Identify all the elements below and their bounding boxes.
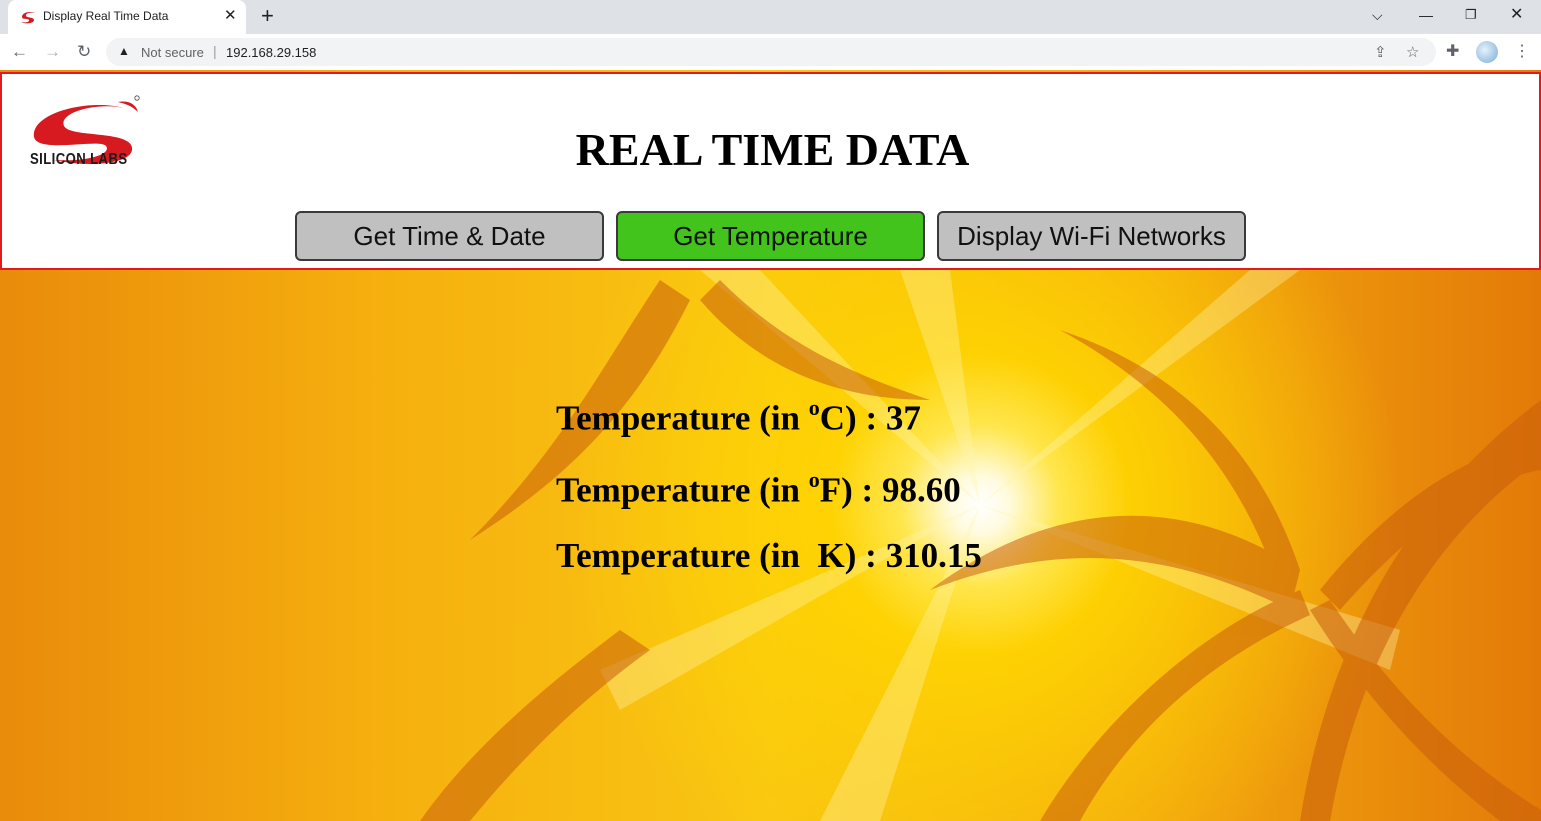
back-icon[interactable]: ← [11,42,28,62]
share-icon[interactable]: ⇪ [1374,43,1387,61]
kelvin-value: 310.15 [885,536,982,575]
reading-prefix: Temperature (in [556,470,809,510]
reading-unit: C) : [819,398,886,438]
reading-unit: F) : [819,470,882,510]
window-close-icon[interactable]: ✕ [1510,6,1523,24]
profile-avatar[interactable] [1476,41,1498,63]
address-bar[interactable]: ▲ Not secure | 192.168.29.158 ⇪ ☆ [106,38,1436,66]
temperature-kelvin-reading: Temperature (in K) : 310.15 [556,536,982,576]
display-wifi-networks-button[interactable]: Display Wi-Fi Networks [937,211,1246,261]
page-header: SILICON LABS REAL TIME DATA Get Time & D… [0,72,1541,270]
reading-unit: K) : [817,536,886,575]
tab-title: Display Real Time Data [43,9,169,23]
page-title: REAL TIME DATA [575,124,970,175]
warning-icon[interactable]: ▲ [118,44,130,58]
celsius-value: 37 [885,398,921,438]
forward-icon[interactable]: → [44,42,61,62]
browser-tab[interactable]: Display Real Time Data ✕ [8,0,246,34]
silicon-labs-favicon-icon [21,12,35,24]
bookmark-star-icon[interactable]: ☆ [1406,43,1419,61]
degree-sup: o [808,395,820,420]
fahrenheit-value: 98.60 [881,470,961,510]
web-page: SILICON LABS REAL TIME DATA Get Time & D… [0,70,1541,821]
plus-icon[interactable]: + [261,4,274,28]
reading-prefix: Temperature (in [556,536,818,575]
separator: | [213,43,217,59]
reload-icon[interactable]: ↻ [77,42,91,62]
restore-icon[interactable]: ❐ [1465,6,1477,24]
browser-tab-strip: Display Real Time Data ✕ + ⌵ — ❐ ✕ [0,0,1541,34]
degree-sup: o [808,467,820,492]
get-temperature-button[interactable]: Get Temperature [616,211,925,261]
temperature-celsius-reading: Temperature (in oC) : 37 [556,395,921,439]
extensions-icon[interactable]: ✚ [1446,42,1459,62]
close-icon[interactable]: ✕ [224,7,237,25]
menu-icon[interactable]: ⋮ [1514,42,1530,62]
browser-toolbar: ← → ↻ ▲ Not secure | 192.168.29.158 ⇪ ☆ … [0,34,1541,70]
temperature-fahrenheit-reading: Temperature (in oF) : 98.60 [556,467,961,511]
tab-search-icon[interactable]: ⌵ [1372,6,1383,24]
get-time-date-button[interactable]: Get Time & Date [295,211,604,261]
url-text[interactable]: 192.168.29.158 [226,45,316,60]
reading-prefix: Temperature (in [556,398,809,438]
minimize-icon[interactable]: — [1419,6,1433,24]
security-label[interactable]: Not secure [141,45,204,60]
